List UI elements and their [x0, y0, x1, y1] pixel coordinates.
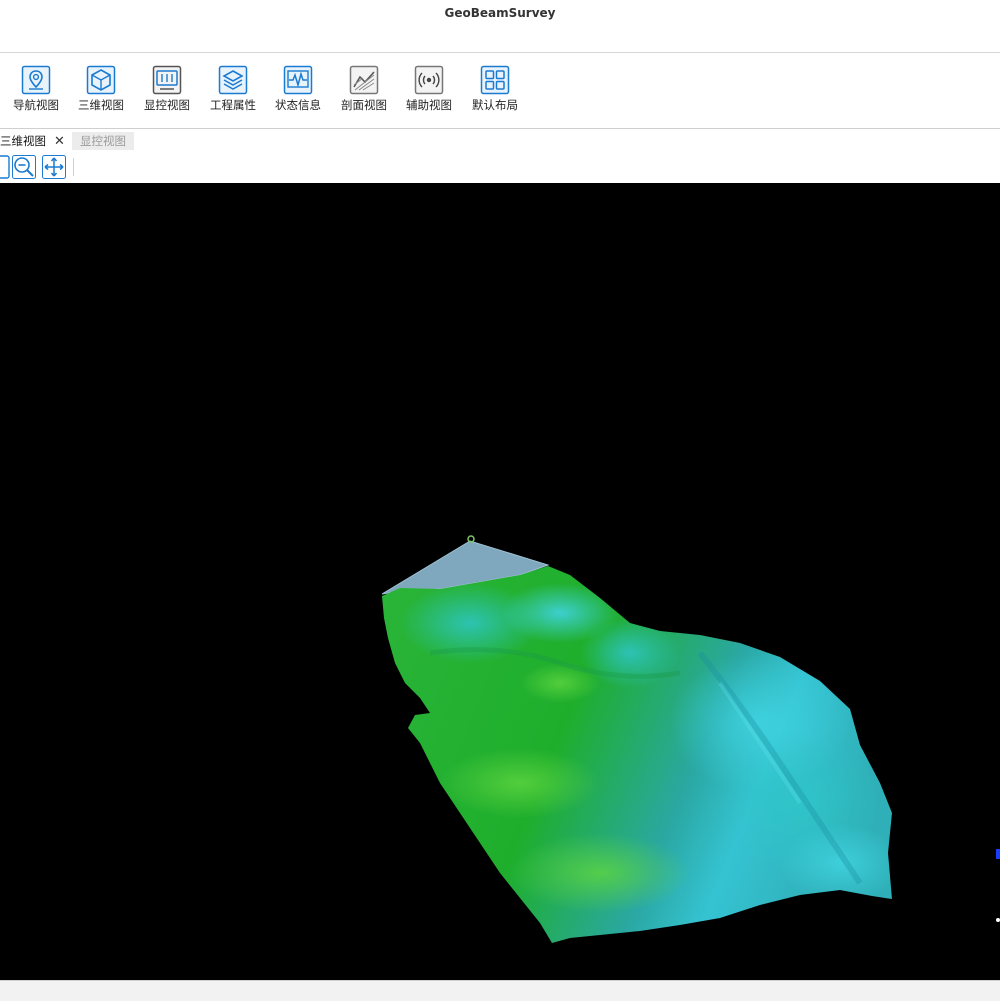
pan-move-icon[interactable] — [42, 155, 66, 179]
status-info-label: 状态信息 — [275, 98, 321, 112]
profile-view-button[interactable]: 剖面视图 — [332, 65, 396, 117]
navigation-pin-icon — [21, 65, 51, 95]
profile-hatch-icon — [349, 65, 379, 95]
ribbon-toolbar: 导航视图 三维视图 显控视图 工程属性 状态信息 剖面视图 辅助视图 默认布局 — [0, 53, 1000, 129]
axis-marker — [996, 849, 1000, 859]
tab-3d-view-label: 三维视图 — [0, 134, 46, 148]
display-control-view-label: 显控视图 — [144, 98, 190, 112]
navigation-view-button[interactable]: 导航视图 — [4, 65, 68, 117]
tab-display-control-view-label: 显控视图 — [80, 134, 126, 148]
project-properties-button[interactable]: 工程属性 — [201, 65, 265, 117]
display-control-view-button[interactable]: 显控视图 — [135, 65, 199, 117]
zoom-in-icon[interactable] — [0, 155, 10, 179]
view-toolbar — [0, 152, 1000, 182]
3d-viewport[interactable] — [0, 183, 1000, 980]
title-bar: GeoBeamSurvey — [0, 0, 1000, 53]
view-tab-bar: 三维视图 ✕ 显控视图 — [0, 129, 1000, 151]
tab-3d-view[interactable]: 三维视图 ✕ — [0, 132, 71, 150]
monitor-control-icon — [152, 65, 182, 95]
toolbar-separator — [73, 158, 74, 176]
tab-display-control-view[interactable]: 显控视图 — [72, 132, 134, 150]
default-layout-button[interactable]: 默认布局 — [463, 65, 527, 117]
auxiliary-view-button[interactable]: 辅助视图 — [397, 65, 461, 117]
terrain-surface — [381, 535, 1000, 943]
default-layout-label: 默认布局 — [472, 98, 518, 112]
grid-layout-icon — [480, 65, 510, 95]
close-icon[interactable]: ✕ — [54, 134, 65, 149]
waveform-icon — [283, 65, 313, 95]
zoom-out-icon[interactable] — [12, 155, 36, 179]
project-properties-label: 工程属性 — [210, 98, 256, 112]
3d-view-label: 三维视图 — [78, 98, 124, 112]
signal-broadcast-icon — [414, 65, 444, 95]
auxiliary-view-label: 辅助视图 — [406, 98, 452, 112]
window-title: GeoBeamSurvey — [444, 6, 556, 20]
status-bar — [0, 980, 1000, 1001]
profile-view-label: 剖面视图 — [341, 98, 387, 112]
3d-view-button[interactable]: 三维视图 — [69, 65, 133, 117]
status-info-button[interactable]: 状态信息 — [266, 65, 330, 117]
cube-icon — [86, 65, 116, 95]
navigation-view-label: 导航视图 — [13, 98, 59, 112]
layers-icon — [218, 65, 248, 95]
